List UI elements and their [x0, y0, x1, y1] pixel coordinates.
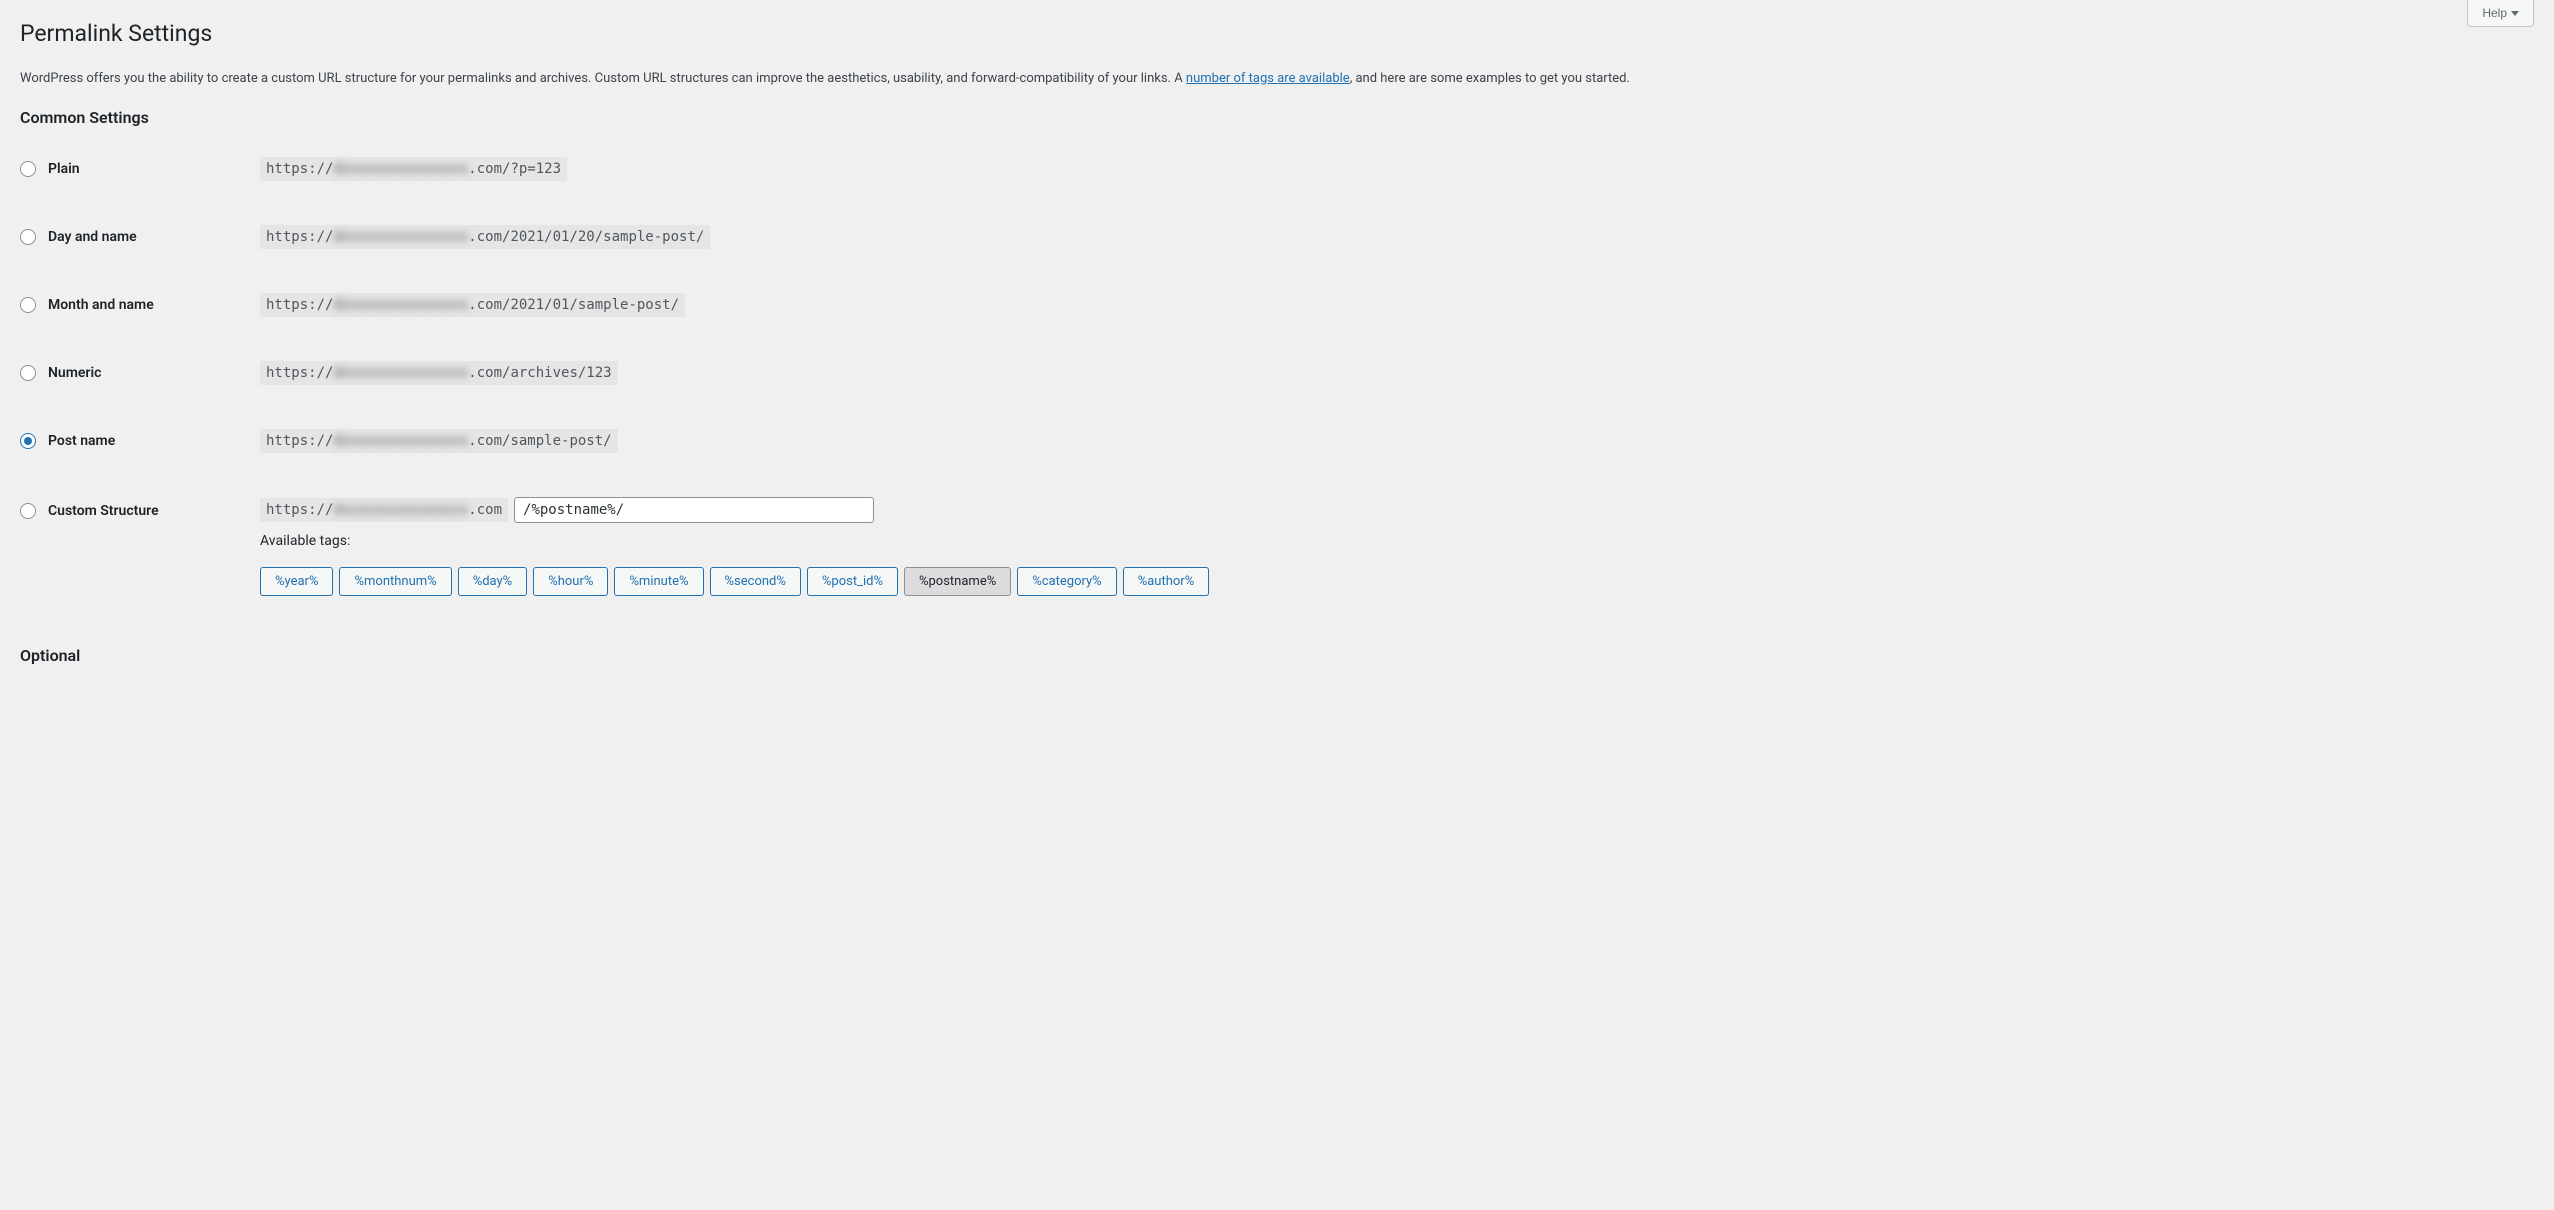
option-plain-label-wrap[interactable]: Plain [20, 161, 260, 177]
example-plain: https://dxxxxxxxxxxxxxxx.com/?p=123 [260, 157, 2534, 181]
radio-day-name[interactable] [20, 229, 36, 245]
custom-input-row: https://dxxxxxxxxxxxxxxx.com [260, 497, 2534, 523]
url-domain-blurred: dxxxxxxxxxxxxxxx [333, 161, 468, 177]
common-settings-heading: Common Settings [20, 108, 2534, 127]
help-label: Help [2482, 6, 2507, 20]
option-day-name-label-wrap[interactable]: Day and name [20, 229, 260, 245]
label-month-name: Month and name [48, 297, 154, 313]
url-domain-blurred: dxxxxxxxxxxxxxxx [333, 433, 468, 449]
optional-heading: Optional [20, 646, 2534, 665]
url-prefix: https:// [266, 297, 333, 313]
radio-plain[interactable] [20, 161, 36, 177]
option-month-name-label-wrap[interactable]: Month and name [20, 297, 260, 313]
tag-hour[interactable]: %hour% [533, 567, 608, 596]
label-custom: Custom Structure [48, 503, 159, 519]
url-prefix: https:// [266, 365, 333, 381]
url-tld: .com [468, 433, 502, 449]
intro-paragraph: WordPress offers you the ability to crea… [20, 69, 2534, 89]
option-row-post-name: Post name https://dxxxxxxxxxxxxxxx.com/s… [20, 407, 2534, 475]
url-suffix-plain: /?p=123 [502, 161, 561, 177]
radio-numeric[interactable] [20, 365, 36, 381]
radio-custom[interactable] [20, 503, 36, 519]
tag-post-id[interactable]: %post_id% [807, 567, 898, 596]
url-tld: .com [468, 502, 502, 518]
url-domain-blurred: dxxxxxxxxxxxxxxx [333, 502, 468, 518]
available-tags-label: Available tags: [260, 533, 2534, 549]
url-tld: .com [468, 161, 502, 177]
example-month-name: https://dxxxxxxxxxxxxxxx.com/2021/01/sam… [260, 293, 2534, 317]
url-prefix: https:// [266, 161, 333, 177]
tag-day[interactable]: %day% [458, 567, 528, 596]
custom-structure-input[interactable] [514, 497, 874, 523]
tag-monthnum[interactable]: %monthnum% [339, 567, 451, 596]
option-row-numeric: Numeric https://dxxxxxxxxxxxxxxx.com/arc… [20, 339, 2534, 407]
url-prefix: https:// [266, 433, 333, 449]
url-tld: .com [468, 365, 502, 381]
page-title: Permalink Settings [20, 10, 2534, 53]
url-suffix-day-name: /2021/01/20/sample-post/ [502, 229, 704, 245]
url-prefix: https:// [266, 502, 333, 518]
url-domain-blurred: dxxxxxxxxxxxxxxx [333, 229, 468, 245]
option-row-month-name: Month and name https://dxxxxxxxxxxxxxxx.… [20, 271, 2534, 339]
label-plain: Plain [48, 161, 80, 177]
url-tld: .com [468, 297, 502, 313]
example-post-name: https://dxxxxxxxxxxxxxxx.com/sample-post… [260, 429, 2534, 453]
option-custom-label-wrap[interactable]: Custom Structure [20, 497, 260, 519]
help-dropdown-button[interactable]: Help [2467, 0, 2534, 27]
tag-category[interactable]: %category% [1017, 567, 1116, 596]
url-prefix: https:// [266, 229, 333, 245]
url-tld: .com [468, 229, 502, 245]
tags-row: %year% %monthnum% %day% %hour% %minute% … [260, 567, 2534, 596]
option-post-name-label-wrap[interactable]: Post name [20, 433, 260, 449]
option-row-day-name: Day and name https://dxxxxxxxxxxxxxxx.co… [20, 203, 2534, 271]
tag-postname[interactable]: %postname% [904, 567, 1011, 596]
option-row-plain: Plain https://dxxxxxxxxxxxxxxx.com/?p=12… [20, 135, 2534, 203]
option-numeric-label-wrap[interactable]: Numeric [20, 365, 260, 381]
intro-text-after: , and here are some examples to get you … [1350, 71, 1630, 86]
option-row-custom: Custom Structure https://dxxxxxxxxxxxxxx… [20, 475, 2534, 618]
url-domain-blurred: dxxxxxxxxxxxxxxx [333, 365, 468, 381]
example-day-name: https://dxxxxxxxxxxxxxxx.com/2021/01/20/… [260, 225, 2534, 249]
tag-author[interactable]: %author% [1123, 567, 1210, 596]
tag-minute[interactable]: %minute% [614, 567, 703, 596]
radio-post-name[interactable] [20, 433, 36, 449]
example-numeric: https://dxxxxxxxxxxxxxxx.com/archives/12… [260, 361, 2534, 385]
custom-details: https://dxxxxxxxxxxxxxxx.com Available t… [260, 497, 2534, 596]
url-domain-blurred: dxxxxxxxxxxxxxxx [333, 297, 468, 313]
url-suffix-numeric: /archives/123 [502, 365, 612, 381]
url-suffix-month-name: /2021/01/sample-post/ [502, 297, 679, 313]
tag-year[interactable]: %year% [260, 567, 333, 596]
chevron-down-icon [2511, 11, 2519, 16]
tag-second[interactable]: %second% [710, 567, 801, 596]
label-day-name: Day and name [48, 229, 137, 245]
label-numeric: Numeric [48, 365, 101, 381]
intro-text-before: WordPress offers you the ability to crea… [20, 71, 1186, 86]
label-post-name: Post name [48, 433, 115, 449]
radio-month-name[interactable] [20, 297, 36, 313]
url-suffix-post-name: /sample-post/ [502, 433, 612, 449]
tags-available-link[interactable]: number of tags are available [1186, 71, 1350, 86]
